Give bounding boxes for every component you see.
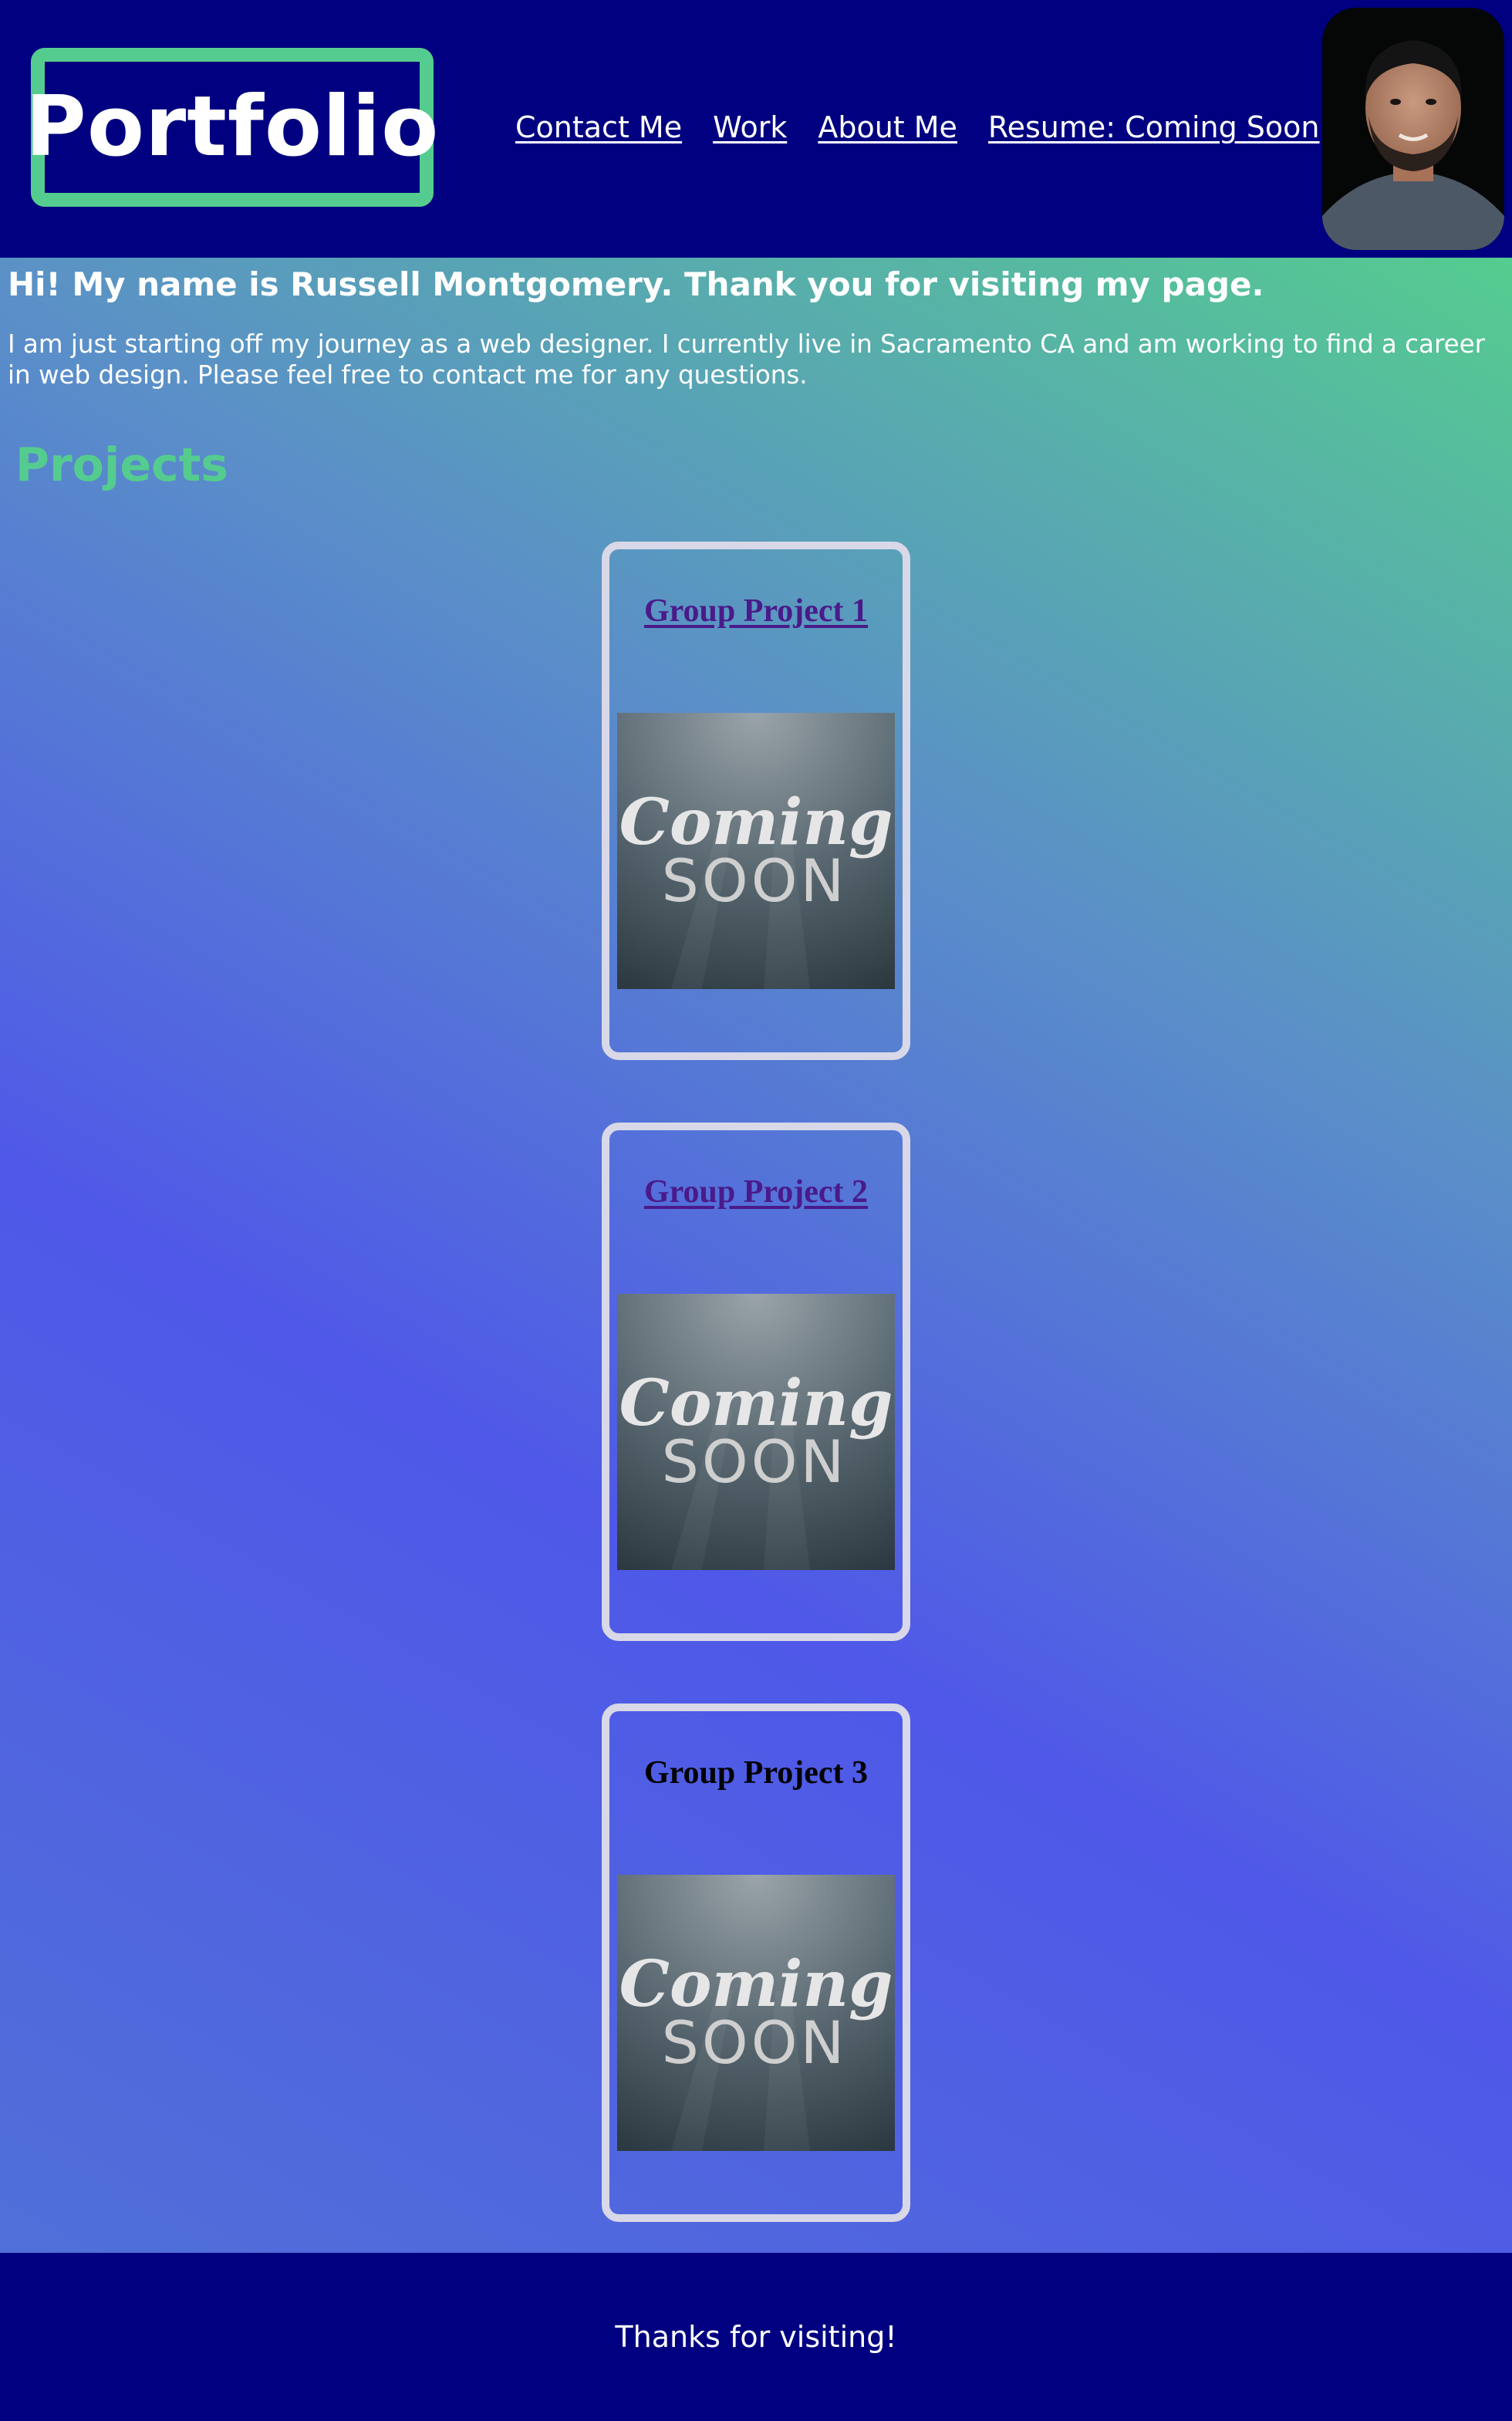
main-nav: Contact Me Work About Me Resume: Coming … (515, 108, 1320, 147)
profile-photo-icon (1322, 8, 1504, 250)
project-card: Group Project 3 Coming SOON (602, 1703, 910, 2222)
logo-text: Portfolio (25, 79, 440, 175)
project-title: Group Project 3 (643, 1755, 869, 1791)
projects-heading: Projects (15, 438, 229, 492)
portfolio-logo: Portfolio (25, 48, 438, 207)
project-card: Group Project 1 Coming SOON (602, 542, 910, 1060)
project-title-link[interactable]: Group Project 1 (609, 593, 903, 630)
coming-soon-image: Coming SOON (617, 1875, 895, 2151)
image-text-soon: SOON (662, 2008, 848, 2077)
nav-link-resume[interactable]: Resume: Coming Soon (988, 110, 1320, 144)
main-content: Hi! My name is Russell Montgomery. Thank… (0, 258, 1512, 2253)
site-footer: Thanks for visiting! (0, 2253, 1512, 2421)
project-card: Group Project 2 Coming SOON (602, 1123, 910, 1641)
nav-link-work[interactable]: Work (713, 110, 787, 144)
image-text-soon: SOON (662, 1427, 848, 1496)
footer-text: Thanks for visiting! (615, 2320, 897, 2354)
greeting-heading: Hi! My name is Russell Montgomery. Thank… (8, 265, 1264, 303)
nav-link-about-me[interactable]: About Me (818, 110, 957, 144)
coming-soon-image: Coming SOON (617, 713, 895, 989)
intro-paragraph: I am just starting off my journey as a w… (8, 329, 1485, 390)
nav-link-contact-me[interactable]: Contact Me (515, 110, 682, 144)
project-title-link[interactable]: Group Project 2 (609, 1173, 903, 1210)
image-text-soon: SOON (662, 846, 848, 915)
site-header: Portfolio Contact Me Work About Me Resum… (0, 0, 1512, 258)
coming-soon-image: Coming SOON (617, 1294, 895, 1570)
avatar (1322, 8, 1504, 250)
